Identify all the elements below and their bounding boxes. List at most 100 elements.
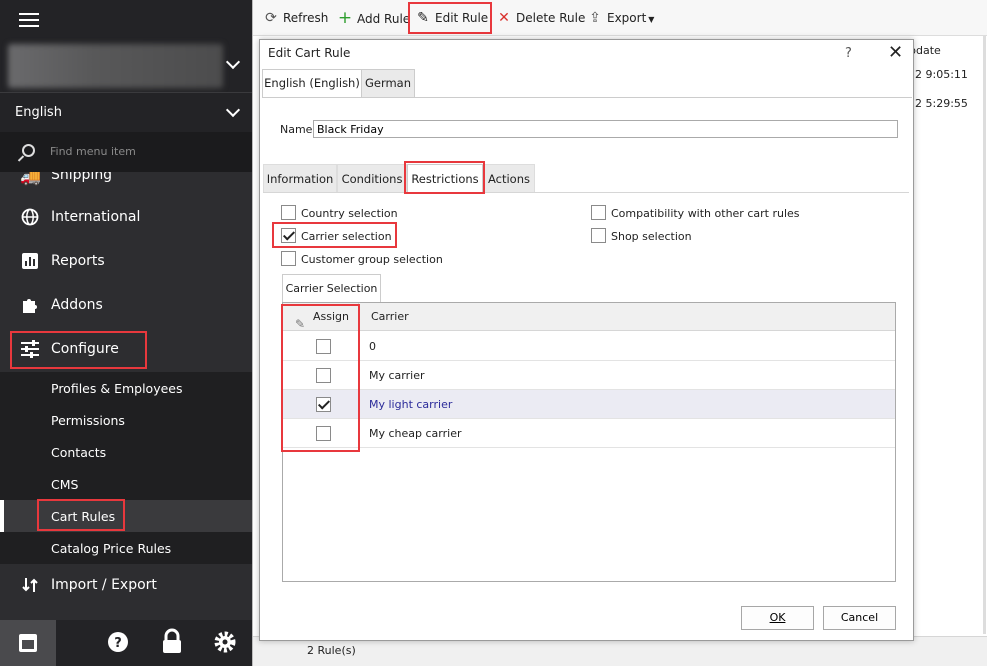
sidebar-subitem-contacts[interactable]: Contacts (0, 436, 252, 468)
pencil-icon: ✎ (417, 10, 429, 26)
assign-column-label: Assign (313, 310, 349, 323)
assign-cell (283, 332, 359, 361)
help-icon[interactable]: ? (90, 620, 146, 666)
sidebar-header (0, 0, 252, 40)
dropdown-arrow-icon: ▼ (648, 15, 655, 24)
refresh-icon: ⟳ (265, 10, 277, 26)
refresh-button[interactable]: ⟳ Refresh (263, 8, 328, 28)
store-icon[interactable] (0, 620, 56, 666)
menu-search[interactable]: Find menu item (0, 132, 252, 172)
compatibility-checkbox[interactable] (591, 205, 606, 220)
svg-text:?: ? (114, 636, 122, 651)
edit-cart-rule-dialog: Edit Cart Rule ? ✕ English (English) Ger… (259, 39, 914, 641)
carrier-grid-header: ✎ Assign Carrier (283, 303, 895, 331)
grid-cell[interactable]: 2 5:29:55 (915, 97, 968, 110)
tab-divider (262, 97, 912, 98)
export-label: Export (607, 11, 647, 25)
grid-cell[interactable]: 2 9:05:11 (915, 68, 968, 81)
carrier-column-header[interactable]: Carrier (371, 303, 409, 331)
sidebar-subitem-catalog-price-rules[interactable]: Catalog Price Rules (0, 532, 252, 564)
assign-column-header[interactable]: ✎ Assign (283, 303, 359, 331)
sidebar-subitem-label: Contacts (51, 445, 107, 460)
refresh-label: Refresh (283, 11, 329, 25)
sidebar-item-label: Configure (51, 341, 119, 357)
sidebar-subitem-label: Permissions (51, 413, 125, 428)
sidebar-item-label: Import / Export (51, 577, 157, 593)
sidebar-item-addons[interactable]: Addons (0, 284, 252, 328)
tab-actions[interactable]: Actions (483, 164, 535, 192)
lock-icon[interactable] (144, 620, 200, 666)
delete-rule-button[interactable]: ✕ Delete Rule (496, 8, 585, 28)
ok-label: OK (769, 611, 786, 624)
sidebar-subitem-profiles-employees[interactable]: Profiles & Employees (0, 372, 252, 404)
tab-information[interactable]: Information (263, 164, 337, 192)
table-row[interactable]: My cheap carrier (283, 419, 895, 448)
grid-scrollbar[interactable] (983, 36, 986, 634)
sidebar-subitem-label: CMS (51, 477, 79, 492)
table-row[interactable]: 0 (283, 332, 895, 361)
store-name-blurred (8, 44, 223, 88)
hamburger-menu-icon[interactable] (19, 13, 39, 27)
shop-selection-label: Shop selection (611, 230, 692, 243)
tab-carrier-selection[interactable]: Carrier Selection (282, 274, 381, 302)
tab-divider (263, 192, 909, 193)
assign-checkbox[interactable] (316, 426, 331, 441)
sidebar-item-reports[interactable]: Reports (0, 240, 252, 284)
table-row[interactable]: My light carrier (283, 390, 895, 419)
name-field[interactable] (313, 120, 898, 138)
edit-rule-label: Edit Rule (435, 11, 489, 25)
export-button[interactable]: ⇪ Export ▼ (587, 8, 654, 28)
sidebar-item-configure[interactable]: Configure (0, 328, 252, 372)
plus-icon: + (337, 8, 353, 28)
carrier-name: My carrier (369, 369, 425, 382)
chevron-down-icon (225, 54, 241, 70)
sidebar-subitem-label: Catalog Price Rules (51, 541, 172, 556)
compatibility-label: Compatibility with other cart rules (611, 207, 800, 220)
sidebar-subitem-permissions[interactable]: Permissions (0, 404, 252, 436)
sidebar-item-international[interactable]: International (0, 196, 252, 240)
carrier-selection-checkbox[interactable] (281, 228, 296, 243)
tab-conditions[interactable]: Conditions (337, 164, 407, 192)
export-icon: ⇪ (589, 10, 601, 26)
puzzle-icon (20, 296, 40, 316)
help-button[interactable]: ? (845, 46, 852, 61)
language-label: English (15, 105, 62, 120)
tab-english[interactable]: English (English) (262, 69, 362, 97)
assign-checkbox[interactable] (316, 397, 331, 412)
sidebar-item-import-export[interactable]: Import / Export (0, 564, 252, 608)
carrier-name: My light carrier (369, 398, 453, 411)
customer-group-selection-checkbox[interactable] (281, 251, 296, 266)
country-selection-checkbox[interactable] (281, 205, 296, 220)
dialog-title: Edit Cart Rule (268, 46, 351, 60)
cancel-label: Cancel (840, 611, 879, 624)
edit-rule-button[interactable]: ✎ Edit Rule (415, 8, 488, 28)
shop-selection-checkbox[interactable] (591, 228, 606, 243)
table-row[interactable]: My carrier (283, 361, 895, 390)
sidebar-subitem-label: Profiles & Employees (51, 381, 183, 396)
assign-checkbox[interactable] (316, 368, 331, 383)
cancel-button[interactable]: Cancel (823, 606, 896, 630)
truck-icon: 🚚 (20, 172, 42, 187)
assign-cell (283, 390, 359, 419)
sidebar-item-label: International (51, 209, 141, 225)
import-export-icon (20, 576, 40, 596)
assign-checkbox[interactable] (316, 339, 331, 354)
store-selector[interactable] (0, 40, 252, 92)
gear-icon[interactable] (197, 620, 253, 666)
sidebar-subitem-cms[interactable]: CMS (0, 468, 252, 500)
add-rule-button[interactable]: + Add Rule (337, 8, 410, 28)
bar-chart-icon (20, 252, 40, 272)
tab-german[interactable]: German (362, 69, 415, 97)
language-selector[interactable]: English (0, 92, 252, 132)
close-button[interactable]: ✕ (888, 42, 903, 63)
ok-button[interactable]: OK (741, 606, 814, 630)
tab-restrictions[interactable]: Restrictions (407, 164, 483, 192)
delete-icon: ✕ (498, 10, 510, 26)
sidebar-item-shipping[interactable]: 🚚 Shipping (0, 172, 252, 190)
customer-group-selection-label: Customer group selection (301, 253, 443, 266)
chevron-down-icon (225, 102, 241, 118)
sidebar-subitem-cart-rules[interactable]: Cart Rules (0, 500, 252, 532)
carrier-grid: ✎ Assign Carrier 0 My carrier My light ca… (282, 302, 896, 582)
globe-icon (20, 208, 40, 228)
sliders-icon (20, 340, 40, 360)
